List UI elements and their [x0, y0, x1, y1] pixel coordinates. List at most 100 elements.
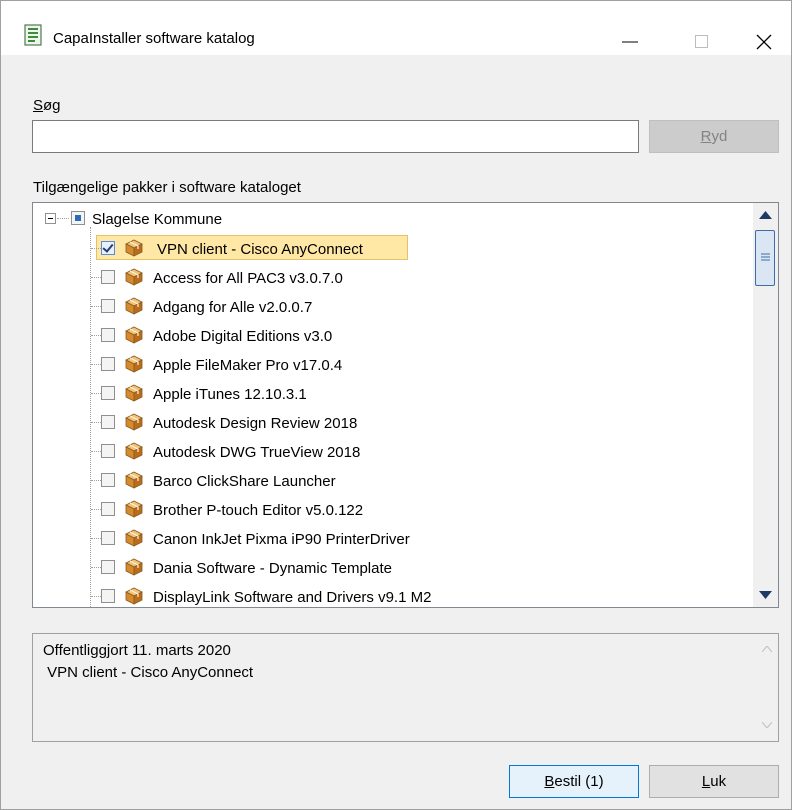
package-icon [125, 413, 143, 431]
title-bar[interactable]: CapaInstaller software katalog [1, 1, 791, 55]
scroll-up-button[interactable] [753, 203, 778, 227]
item-checkbox[interactable] [101, 444, 115, 458]
clear-button-rest: yd [711, 128, 728, 145]
item-label: Apple iTunes 12.10.3.1 [153, 386, 307, 403]
available-packages-label: Tilgængelige pakker i software kataloget [33, 179, 301, 196]
tree-connector [91, 393, 101, 394]
close-button-rest: uk [710, 773, 727, 790]
tree-item[interactable]: Brother P-touch Editor v5.0.122 [33, 495, 753, 524]
item-checkbox[interactable] [101, 560, 115, 574]
tree-connector [91, 596, 101, 597]
tree-connector [91, 277, 101, 278]
package-icon [125, 297, 143, 315]
tree-item[interactable]: Dania Software - Dynamic Template [33, 553, 753, 582]
item-label: Autodesk Design Review 2018 [153, 415, 358, 432]
item-checkbox[interactable] [101, 502, 115, 516]
close-window-button[interactable] [741, 17, 791, 55]
close-button[interactable]: Luk [649, 765, 779, 798]
window-title: CapaInstaller software katalog [53, 30, 255, 47]
tree-connector [91, 538, 101, 539]
chevron-down-icon[interactable] [762, 722, 772, 728]
package-icon [125, 384, 143, 402]
item-checkbox[interactable] [101, 531, 115, 545]
item-label: VPN client - Cisco AnyConnect [157, 241, 363, 258]
tree-scrollbar[interactable] [753, 203, 778, 607]
scroll-thumb[interactable] [755, 230, 775, 286]
root-checkbox[interactable] [71, 211, 85, 225]
item-label: Brother P-touch Editor v5.0.122 [153, 502, 364, 519]
tree-connector [57, 218, 69, 219]
package-icon [125, 326, 143, 344]
tree-item[interactable]: Apple iTunes 12.10.3.1 [33, 379, 753, 408]
order-button[interactable]: Bestil (1) [509, 765, 639, 798]
collapse-icon[interactable] [45, 213, 56, 224]
tree-item[interactable]: VPN client - Cisco AnyConnect [33, 234, 753, 263]
tree-connector [91, 248, 101, 249]
tree-rows: Slagelse Kommune VPN client - Cisco AnyC… [33, 203, 753, 607]
tree-item[interactable]: Adobe Digital Editions v3.0 [33, 321, 753, 350]
search-input[interactable] [32, 120, 639, 153]
item-label: Canon InkJet Pixma iP90 PrinterDriver [153, 531, 410, 548]
package-icon [125, 268, 143, 286]
tree-connector [91, 567, 101, 568]
minimize-icon [622, 41, 638, 43]
search-label-rest: øg [43, 97, 61, 114]
package-details: Offentliggjort 11. marts 2020 VPN client… [32, 633, 779, 742]
tree-item[interactable]: Autodesk DWG TrueView 2018 [33, 437, 753, 466]
order-button-mnemonic: B [544, 773, 555, 790]
item-checkbox[interactable] [101, 589, 115, 603]
package-icon [125, 239, 143, 257]
package-icon [125, 355, 143, 373]
chevron-up-icon[interactable] [762, 646, 772, 652]
item-checkbox[interactable] [101, 357, 115, 371]
package-icon [125, 529, 143, 547]
package-icon [125, 471, 143, 489]
chevron-up-icon [759, 211, 772, 219]
item-checkbox[interactable] [101, 241, 115, 255]
close-icon [756, 34, 772, 50]
search-label: Søg [33, 97, 61, 114]
item-checkbox[interactable] [101, 270, 115, 284]
clear-button-mnemonic: R [700, 128, 712, 145]
minimize-button[interactable] [607, 17, 657, 55]
item-checkbox[interactable] [101, 299, 115, 313]
item-checkbox[interactable] [101, 415, 115, 429]
tree-connector [91, 422, 101, 423]
tree-connector [91, 451, 101, 452]
app-icon [24, 24, 42, 46]
item-label: Adobe Digital Editions v3.0 [153, 328, 333, 345]
item-label: DisplayLink Software and Drivers v9.1 M2 [153, 589, 432, 606]
package-tree[interactable]: Slagelse Kommune VPN client - Cisco AnyC… [32, 202, 779, 608]
tree-item[interactable]: DisplayLink Software and Drivers v9.1 M2 [33, 582, 753, 607]
item-label: Barco ClickShare Launcher [153, 473, 336, 490]
tree-connector [91, 480, 101, 481]
tree-connector [91, 335, 101, 336]
item-checkbox[interactable] [101, 328, 115, 342]
tree-item[interactable]: Access for All PAC3 v3.0.7.0 [33, 263, 753, 292]
details-text: Offentliggjort 11. marts 2020 VPN client… [43, 642, 254, 681]
item-checkbox[interactable] [101, 473, 115, 487]
tree-item[interactable]: Canon InkJet Pixma iP90 PrinterDriver [33, 524, 753, 553]
scroll-down-button[interactable] [753, 583, 778, 607]
package-icon [125, 587, 143, 605]
item-label: Autodesk DWG TrueView 2018 [153, 444, 361, 461]
item-checkbox[interactable] [101, 386, 115, 400]
order-button-rest: estil (1) [554, 773, 604, 790]
tree-item[interactable]: Adgang for Alle v2.0.0.7 [33, 292, 753, 321]
item-label: Dania Software - Dynamic Template [153, 560, 392, 577]
clear-search-button[interactable]: Ryd [649, 120, 779, 153]
item-label: Access for All PAC3 v3.0.7.0 [153, 270, 343, 287]
catalog-window: CapaInstaller software katalog Søg Ryd T… [0, 0, 792, 810]
tree-connector [91, 364, 101, 365]
package-icon [125, 442, 143, 460]
grip-icon [761, 253, 770, 261]
tree-item[interactable]: Barco ClickShare Launcher [33, 466, 753, 495]
item-label: Apple FileMaker Pro v17.0.4 [153, 357, 343, 374]
tree-item[interactable]: Apple FileMaker Pro v17.0.4 [33, 350, 753, 379]
tree-root-node[interactable]: Slagelse Kommune [33, 205, 753, 234]
tree-item[interactable]: Autodesk Design Review 2018 [33, 408, 753, 437]
maximize-icon [695, 35, 708, 48]
details-scrollbar[interactable] [755, 634, 778, 741]
maximize-button[interactable] [677, 17, 727, 55]
item-label: Adgang for Alle v2.0.0.7 [153, 299, 313, 316]
